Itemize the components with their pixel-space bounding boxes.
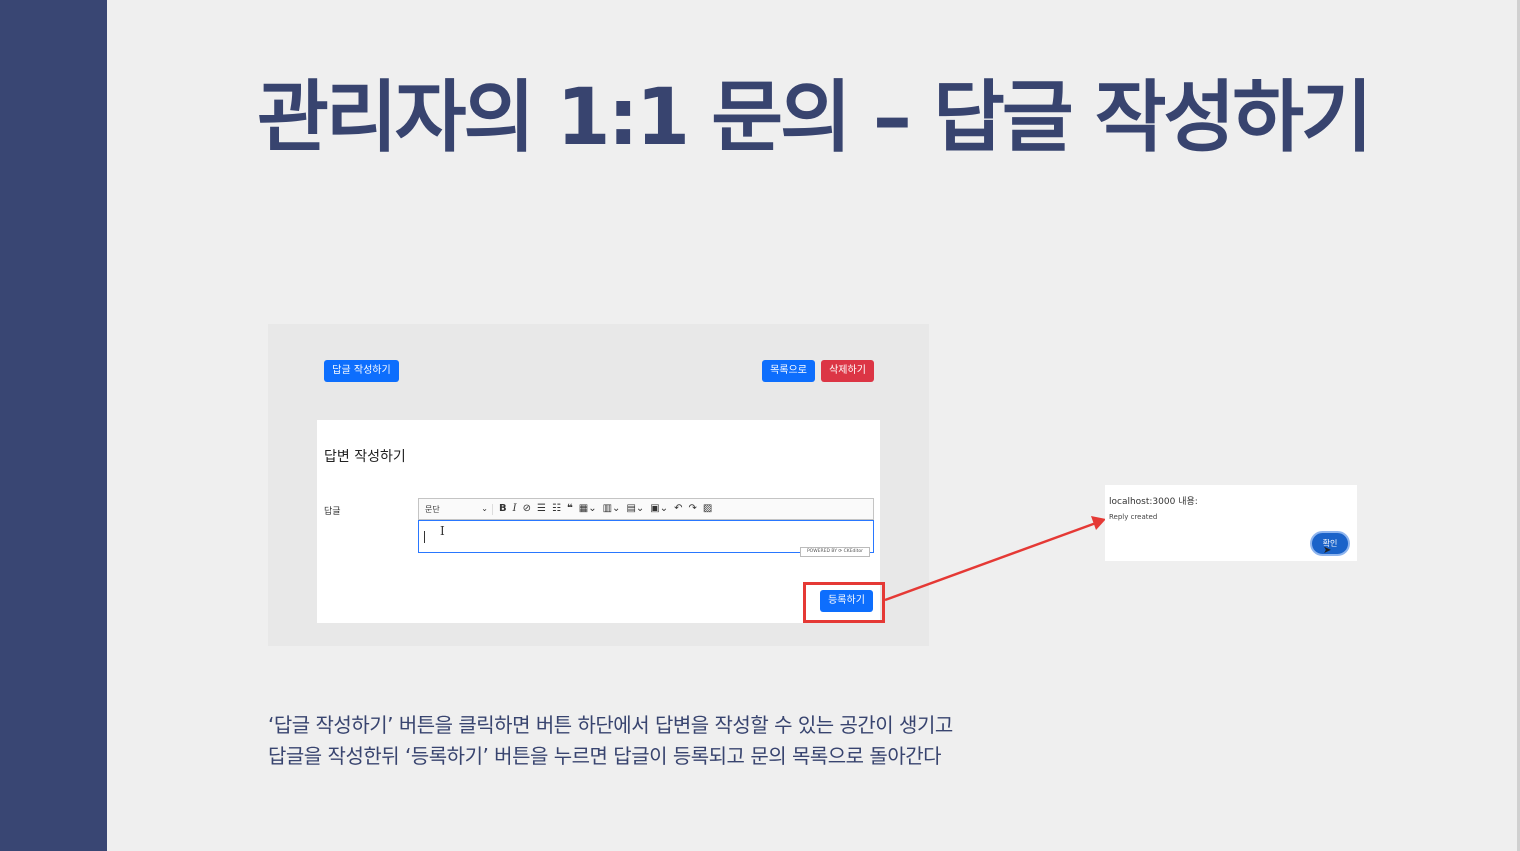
- redo-icon[interactable]: ↷: [688, 499, 696, 519]
- write-reply-button[interactable]: 답글 작성하기: [324, 360, 399, 382]
- undo-icon[interactable]: ↶: [674, 499, 682, 519]
- to-list-button[interactable]: 목록으로: [762, 360, 815, 382]
- alert-title: localhost:3000 내용:: [1109, 497, 1198, 507]
- blockquote-icon[interactable]: ❝: [567, 499, 573, 519]
- description-line-1: ‘답글 작성하기’ 버튼을 클릭하면 버튼 하단에서 답변을 작성할 수 있는 …: [268, 713, 953, 737]
- paragraph-select[interactable]: 문단 ⌄: [425, 503, 493, 515]
- slide-description: ‘답글 작성하기’ 버튼을 클릭하면 버튼 하단에서 답변을 작성할 수 있는 …: [268, 710, 953, 772]
- editor-toolbar: 문단 ⌄ B I ⊘ ☰ ☷ ❝ ▦⌄ ▥⌄ ▤⌄ ▣⌄ ↶ ↷ ▨: [418, 498, 874, 520]
- column-icon[interactable]: ▥⌄: [603, 499, 621, 519]
- table-icon[interactable]: ▦⌄: [579, 499, 597, 519]
- reply-card-title: 답변 작성하기: [324, 449, 406, 465]
- reply-label: 답글: [324, 507, 341, 517]
- text-caret: [424, 531, 425, 543]
- paragraph-select-label: 문단: [425, 504, 440, 514]
- link-icon[interactable]: ⊘: [523, 499, 531, 519]
- alert-dialog: localhost:3000 내용: Reply created 확인 ➤: [1105, 485, 1357, 561]
- bold-icon[interactable]: B: [499, 499, 507, 519]
- register-highlight-box: [803, 582, 885, 623]
- reply-card: 답변 작성하기 답글 문단 ⌄ B I ⊘ ☰ ☷ ❝ ▦⌄ ▥⌄ ▤⌄ ▣⌄ …: [317, 420, 880, 623]
- slide-title: 관리자의 1:1 문의 – 답글 작성하기: [257, 73, 1373, 163]
- image-upload-icon[interactable]: ▨: [703, 499, 712, 519]
- bulleted-list-icon[interactable]: ☰: [537, 499, 546, 519]
- numbered-list-icon[interactable]: ☷: [552, 499, 561, 519]
- ckeditor-badge: POWERED BY ⟳ CKEditor: [800, 547, 870, 557]
- italic-icon[interactable]: I: [513, 499, 517, 519]
- description-line-2: 답글을 작성한뒤 ‘등록하기’ 버튼을 누르면 답글이 등록되고 문의 목록으로…: [268, 744, 942, 768]
- merge-cells-icon[interactable]: ▣⌄: [650, 499, 668, 519]
- delete-button[interactable]: 삭제하기: [821, 360, 874, 382]
- chevron-down-icon: ⌄: [481, 503, 488, 513]
- slide-sidebar: [0, 0, 107, 851]
- alert-message: Reply created: [1109, 513, 1158, 521]
- row-icon[interactable]: ▤⌄: [626, 499, 644, 519]
- ibeam-cursor-icon: I: [440, 524, 445, 538]
- mouse-pointer-icon: ➤: [1323, 545, 1332, 556]
